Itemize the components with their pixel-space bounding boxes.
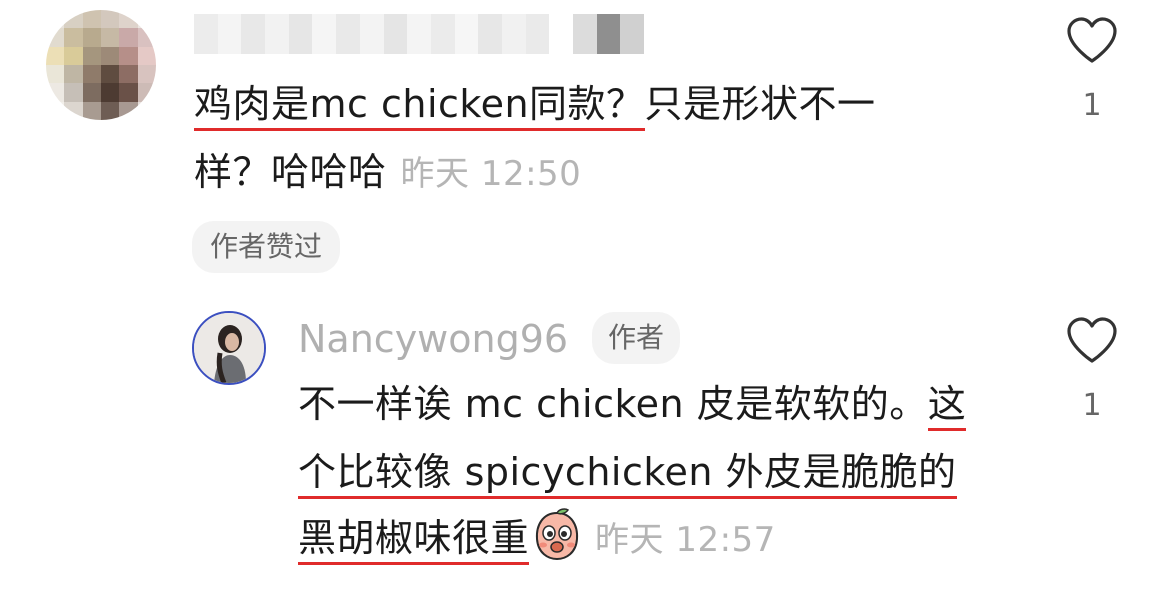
username-blurred[interactable] [194,14,645,54]
peach-face-emoji [536,508,579,561]
comment-text-underlined: 鸡肉是mc chicken同款？ [194,82,645,131]
comment-timestamp: 昨天 12:50 [400,154,582,194]
reply-text-underlined-1: 这 [927,382,967,431]
author-liked-chip: 作者赞过 [192,221,341,273]
heart-outline-icon [1067,17,1117,63]
author-avatar[interactable] [192,311,266,385]
comment-text-line2-content: 样？哈哈哈 [194,150,387,194]
reply-text-underlined-3: 黑胡椒味很重 [298,516,530,565]
reply-timestamp: 昨天 12:57 [595,520,776,560]
reply-text-line2: 个比较像 spicychicken 外皮是脆脆的 [298,438,957,506]
reply-text-line3: 黑胡椒味很重 昨天 12:57 [298,504,776,574]
avatar[interactable] [46,10,156,120]
comment-text: 鸡肉是mc chicken同款？只是形状不一 [194,70,876,138]
like-button[interactable]: 1 [1062,16,1122,123]
like-count: 1 [1082,88,1102,123]
author-badge: 作者 [592,312,681,364]
reply-text-plain: 不一样诶 mc chicken 皮是软软的。 [298,382,928,426]
reply-text-underlined-2: 个比较像 spicychicken 外皮是脆脆的 [298,450,957,499]
reply-like-button[interactable]: 1 [1062,316,1122,423]
author-name[interactable]: Nancywong96 [298,314,568,364]
heart-outline-icon [1067,317,1117,363]
comment-text-line2: 样？哈哈哈 昨天 12:50 [194,138,581,208]
avatar-portrait-icon [194,313,264,383]
reply-text-line1: 不一样诶 mc chicken 皮是软软的。这 [298,370,967,438]
reply-like-count: 1 [1082,388,1102,423]
comment-text-rest: 只是形状不一 [644,82,876,126]
